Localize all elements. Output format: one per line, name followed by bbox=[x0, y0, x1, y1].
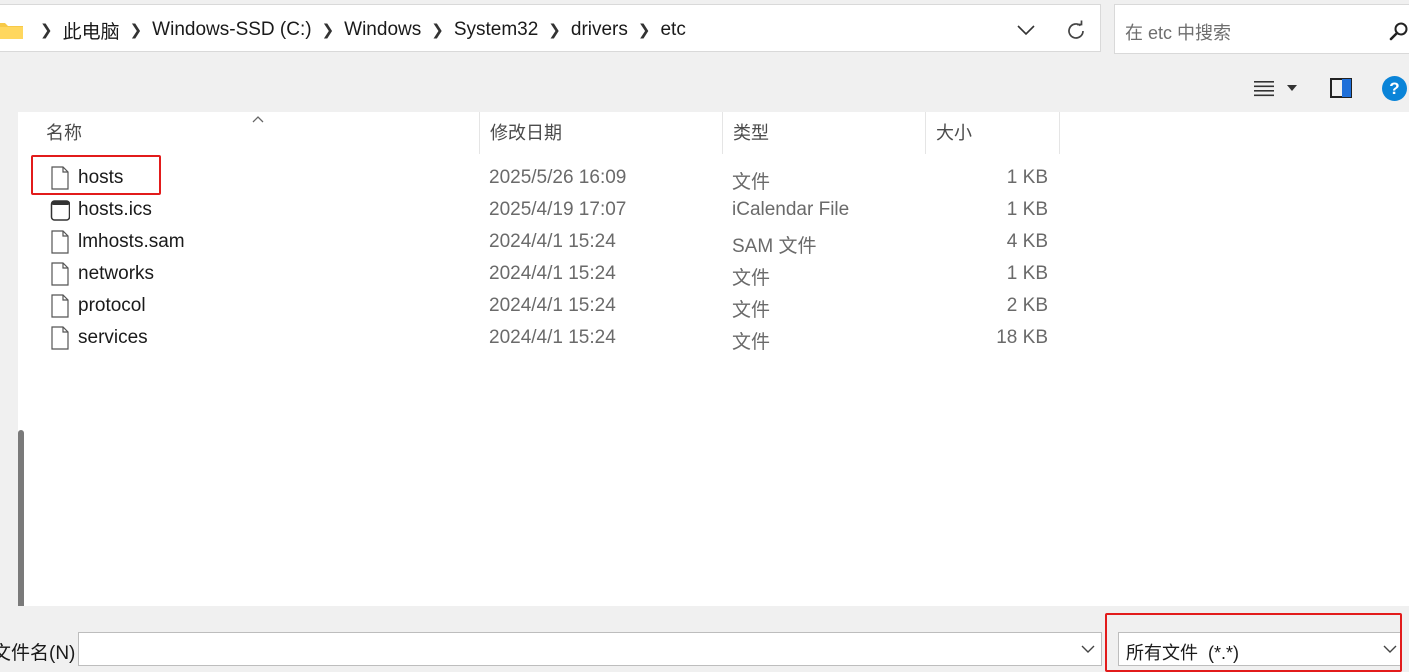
file-date: 2024/4/1 15:24 bbox=[489, 295, 616, 316]
column-header-type[interactable]: 类型 bbox=[723, 112, 926, 154]
column-date-label: 修改日期 bbox=[490, 123, 562, 143]
chevron-down-icon bbox=[1017, 25, 1035, 36]
file-icon bbox=[51, 326, 69, 350]
breadcrumb-item-windows[interactable]: Windows bbox=[344, 19, 421, 41]
file-type: 文件 bbox=[732, 172, 771, 193]
column-header: 名称 修改日期 类型 大小 bbox=[18, 112, 1078, 154]
file-icon bbox=[51, 294, 69, 318]
file-name: networks bbox=[78, 263, 155, 284]
table-row[interactable]: protocol 2024/4/1 15:24 文件 2 KB bbox=[18, 291, 1078, 323]
search-icon[interactable] bbox=[1389, 21, 1409, 41]
file-size: 4 KB bbox=[1006, 231, 1048, 252]
file-size: 1 KB bbox=[1006, 167, 1048, 188]
chevron-right-icon[interactable]: ❯ bbox=[322, 21, 335, 39]
preview-pane-icon[interactable] bbox=[1329, 77, 1353, 99]
address-row: ❯ 此电脑 ❯ Windows-SSD (C:) ❯ Windows ❯ Sys… bbox=[0, 0, 1409, 60]
breadcrumb-item-system32[interactable]: System32 bbox=[454, 19, 538, 41]
chevron-down-icon[interactable] bbox=[1080, 642, 1096, 656]
column-size-label: 大小 bbox=[936, 123, 972, 143]
breadcrumb-item-etc[interactable]: etc bbox=[660, 19, 685, 41]
file-name: protocol bbox=[78, 295, 146, 316]
table-row[interactable]: services 2024/4/1 15:24 文件 18 KB bbox=[18, 323, 1078, 355]
file-list[interactable]: 名称 修改日期 类型 大小 hosts 2025/5/26 16:09 文件 1… bbox=[18, 112, 1409, 672]
table-row[interactable]: hosts 2025/5/26 16:09 文件 1 KB bbox=[18, 163, 1078, 195]
view-list-icon[interactable] bbox=[1252, 78, 1276, 98]
file-size: 18 KB bbox=[996, 327, 1048, 348]
chevron-right-icon[interactable]: ❯ bbox=[548, 21, 561, 39]
chevron-right-icon[interactable]: ❯ bbox=[638, 21, 651, 39]
table-row[interactable]: lmhosts.sam 2024/4/1 15:24 SAM 文件 4 KB bbox=[18, 227, 1078, 259]
refresh-button[interactable] bbox=[1062, 17, 1090, 45]
breadcrumb-item-drivers[interactable]: drivers bbox=[571, 19, 628, 41]
file-size: 1 KB bbox=[1006, 199, 1048, 220]
address-history-dropdown[interactable] bbox=[1012, 18, 1040, 42]
file-date: 2024/4/1 15:24 bbox=[489, 231, 616, 252]
toolbar: ? bbox=[0, 60, 1409, 112]
breadcrumb-item-drive[interactable]: Windows-SSD (C:) bbox=[152, 19, 311, 41]
column-type-label: 类型 bbox=[733, 123, 769, 143]
file-name: services bbox=[78, 327, 148, 348]
file-icon bbox=[51, 262, 69, 286]
chevron-right-icon[interactable]: ❯ bbox=[431, 21, 444, 39]
search-placeholder: 在 etc 中搜索 bbox=[1125, 23, 1232, 43]
breadcrumb-item-this-pc[interactable]: 此电脑 bbox=[63, 17, 120, 44]
file-type: iCalendar File bbox=[732, 199, 850, 220]
dialog-footer: 文件名(N): 所有文件 (*.*) bbox=[0, 606, 1409, 672]
column-header-date[interactable]: 修改日期 bbox=[480, 112, 723, 154]
table-row[interactable]: networks 2024/4/1 15:24 文件 1 KB bbox=[18, 259, 1078, 291]
file-date: 2025/4/19 17:07 bbox=[489, 199, 627, 220]
filename-input[interactable] bbox=[78, 632, 1102, 666]
sort-ascending-icon bbox=[252, 116, 264, 123]
filename-label: 文件名(N): bbox=[0, 638, 76, 665]
file-date: 2025/5/26 16:09 bbox=[489, 167, 627, 188]
file-type: 文件 bbox=[732, 300, 771, 321]
chevron-right-icon: ❯ bbox=[40, 22, 53, 39]
file-name: hosts.ics bbox=[78, 199, 152, 220]
file-date: 2024/4/1 15:24 bbox=[489, 327, 616, 348]
highlight-box-hosts bbox=[31, 155, 161, 195]
file-type: 文件 bbox=[732, 268, 771, 289]
table-row[interactable]: hosts.ics 2025/4/19 17:07 iCalendar File… bbox=[18, 195, 1078, 227]
chevron-right-icon[interactable]: ❯ bbox=[130, 21, 143, 39]
file-icon bbox=[51, 230, 69, 254]
file-size: 2 KB bbox=[1006, 295, 1048, 316]
highlight-box-filetype bbox=[1105, 613, 1402, 672]
folder-icon bbox=[0, 23, 23, 39]
file-size: 1 KB bbox=[1006, 263, 1048, 284]
file-type: 文件 bbox=[732, 332, 771, 353]
file-date: 2024/4/1 15:24 bbox=[489, 263, 616, 284]
help-icon[interactable]: ? bbox=[1382, 76, 1407, 101]
address-bar[interactable]: ❯ 此电脑 ❯ Windows-SSD (C:) ❯ Windows ❯ Sys… bbox=[0, 4, 1101, 52]
file-name: lmhosts.sam bbox=[78, 231, 185, 252]
refresh-icon bbox=[1068, 20, 1084, 39]
file-type: SAM 文件 bbox=[732, 236, 817, 257]
breadcrumb: ❯ 此电脑 ❯ Windows-SSD (C:) ❯ Windows ❯ Sys… bbox=[30, 17, 686, 44]
filename-label-text: 文件名(N): bbox=[0, 643, 76, 664]
column-header-size[interactable]: 大小 bbox=[926, 112, 1060, 154]
search-input[interactable]: 在 etc 中搜索 bbox=[1114, 4, 1409, 54]
column-name-label: 名称 bbox=[46, 123, 82, 143]
caret-down-icon[interactable] bbox=[1286, 84, 1298, 92]
calendar-file-icon bbox=[50, 200, 70, 221]
